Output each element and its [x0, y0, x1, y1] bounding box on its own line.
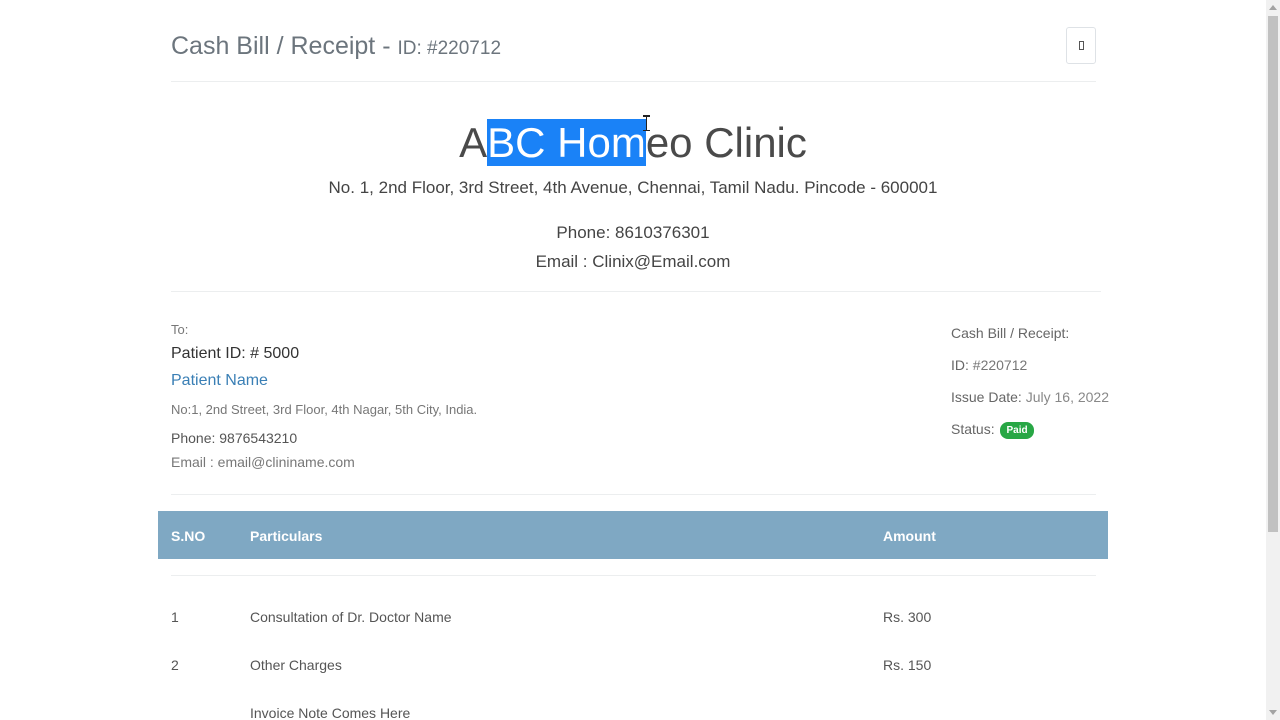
issue-date: Issue Date: July 16, 2022 — [951, 389, 1109, 405]
page-title: Cash Bill / Receipt - ID: #220712 — [171, 32, 501, 61]
clinic-address: No. 1, 2nd Floor, 3rd Street, 4th Avenue… — [328, 178, 938, 197]
row-amount: Rs. 300 — [883, 609, 932, 625]
column-particulars: Particulars — [250, 528, 323, 544]
bill-id-value: #220712 — [972, 357, 1028, 373]
to-label: To: — [171, 322, 189, 337]
bill-label: Cash Bill / Receipt: — [951, 325, 1070, 341]
header-divider — [171, 81, 1096, 82]
scroll-down-icon[interactable] — [1269, 710, 1277, 715]
column-amount: Amount — [883, 528, 936, 544]
print-button[interactable] — [1066, 27, 1096, 64]
row-amount: Rs. 150 — [883, 657, 932, 673]
scroll-up-icon[interactable] — [1269, 5, 1277, 10]
status-line: Status: Paid — [951, 421, 1034, 439]
patient-phone: Phone: 9876543210 — [171, 430, 297, 446]
invoice-note: Invoice Note Comes Here — [250, 705, 411, 720]
clinic-name-selected: BC Hom — [487, 119, 646, 166]
patient-phone-label: Phone: — [171, 430, 216, 446]
row-sno: 2 — [171, 657, 179, 673]
row-sno: 1 — [171, 609, 179, 625]
column-sno: S.NO — [171, 528, 206, 544]
patient-name[interactable]: Patient Name — [171, 372, 268, 390]
bill-id-label: ID: — [951, 357, 969, 373]
status-badge: Paid — [1000, 422, 1034, 439]
issue-date-label: Issue Date: — [951, 389, 1022, 405]
print-icon — [1078, 41, 1084, 50]
page-title-id: ID: #220712 — [397, 38, 502, 59]
clinic-phone: Phone: 8610376301 — [556, 223, 710, 242]
patient-phone-value: 9876543210 — [219, 430, 298, 446]
bill-id: ID: #220712 — [951, 357, 1027, 373]
status-label: Status: — [951, 421, 995, 437]
table-header: S.NO Particulars Amount — [158, 511, 1108, 559]
row-particulars: Consultation of Dr. Doctor Name — [250, 609, 452, 625]
page-title-text: Cash Bill / Receipt — [171, 32, 376, 60]
scroll-thumb[interactable] — [1268, 16, 1278, 532]
clinic-name-end: eo Clinic — [645, 119, 807, 166]
clinic-divider — [171, 291, 1101, 292]
clinic-name: ABC Homeo Clinic — [0, 115, 1266, 171]
clinic-name-start: A — [459, 119, 488, 166]
patient-id: Patient ID: # 5000 — [171, 345, 300, 362]
receipt-page: Cash Bill / Receipt - ID: #220712 ABC Ho… — [0, 0, 1280, 720]
issue-date-value: July 16, 2022 — [1025, 389, 1110, 405]
table-divider — [171, 575, 1096, 576]
clinic-email: Email : Clinix@Email.com — [535, 252, 731, 271]
vertical-scrollbar[interactable] — [1266, 0, 1280, 720]
row-particulars: Other Charges — [250, 657, 342, 673]
patient-email: Email : email@clininame.com — [171, 454, 355, 470]
patient-address: No:1, 2nd Street, 3rd Floor, 4th Nagar, … — [171, 402, 478, 417]
page-title-separator: - — [382, 32, 391, 60]
text-cursor-icon — [643, 115, 650, 131]
patient-divider — [171, 494, 1096, 495]
page-header: Cash Bill / Receipt - ID: #220712 — [171, 27, 1096, 70]
